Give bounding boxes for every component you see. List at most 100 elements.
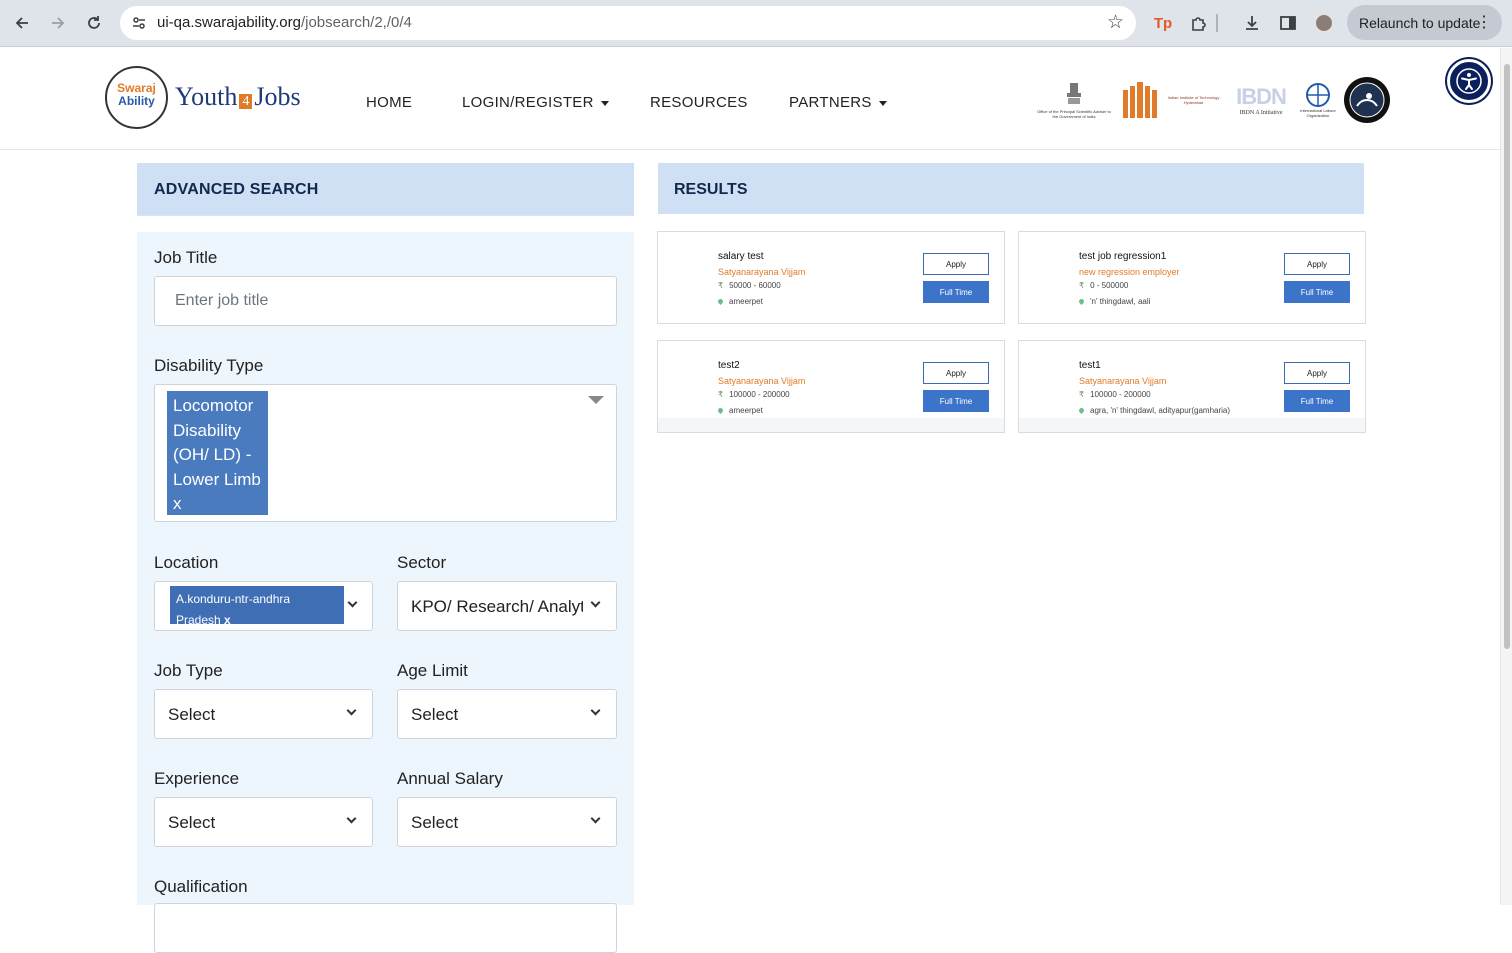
partner-ibdn-logo: IBDN IBDN A Initiative [1236, 84, 1287, 116]
experience-select[interactable]: Select [154, 797, 373, 847]
profile-avatar[interactable] [1311, 10, 1337, 36]
job-card[interactable]: salary test Satyanarayana Vijjam ₹50000 … [657, 231, 1005, 324]
salary-text: 0 - 500000 [1090, 281, 1129, 290]
forward-icon[interactable] [44, 9, 72, 37]
partner-iith-text: Indian Institute of Technology Hyderabad [1167, 95, 1220, 105]
job-card[interactable]: test2 Satyanarayana Vijjam ₹100000 - 200… [657, 340, 1005, 433]
card-footer-band [658, 418, 1004, 432]
dropdown-triangle-icon[interactable] [588, 396, 604, 404]
age-limit-value: Select [411, 705, 459, 724]
qualification-label: Qualification [154, 877, 248, 896]
chevron-down-icon [346, 813, 357, 824]
location-tag-text: A.konduru-ntr-andhra Pradesh [176, 592, 291, 624]
location-text: agra, 'n' thingdawl, adityapur(gamharia) [1090, 406, 1231, 415]
url-text: ui-qa.swarajability.org/jobsearch/2,/0/4 [157, 14, 412, 31]
job-title[interactable]: test job regression1 [1079, 251, 1166, 262]
annual-salary-label: Annual Salary [397, 769, 503, 788]
full-time-badge[interactable]: Full Time [1284, 390, 1350, 412]
nav-resources[interactable]: RESOURCES [650, 94, 748, 111]
disability-type-select[interactable]: Locomotor Disability (OH/ LD) - Lower Li… [154, 384, 617, 522]
location-text: ameerpet [729, 297, 763, 306]
job-card[interactable]: test1 Satyanarayana Vijjam ₹100000 - 200… [1018, 340, 1366, 433]
location-text: 'n' thingdawl, aali [1090, 297, 1151, 306]
rupee-icon: ₹ [1079, 281, 1085, 290]
employer-name: new regression employer [1079, 267, 1180, 277]
extensions-puzzle-icon[interactable] [1186, 10, 1212, 36]
salary-text: 50000 - 60000 [729, 281, 781, 290]
annual-salary-value: Select [411, 813, 459, 832]
location-select[interactable]: A.konduru-ntr-andhra Pradesh x [154, 581, 373, 631]
job-location: ameerpet [716, 406, 763, 415]
location-pin-icon [716, 407, 725, 415]
nav-partners[interactable]: PARTNERS [789, 94, 887, 111]
employer-name: Satyanarayana Vijjam [718, 376, 806, 386]
brand-four: 4 [239, 94, 253, 109]
age-limit-select[interactable]: Select [397, 689, 617, 739]
partner-psa-text: Office of the Principal Scientific Advis… [1037, 109, 1111, 119]
extension-tp-icon[interactable]: Tp [1150, 10, 1176, 36]
location-tag-remove[interactable]: x [224, 613, 231, 624]
panel-spacer [137, 216, 634, 232]
more-menu-icon[interactable]: ⋮ [1476, 12, 1492, 32]
accessibility-icon[interactable] [1447, 59, 1491, 103]
sector-select[interactable]: KPO/ Research/ Analytics [397, 581, 617, 631]
apply-button[interactable]: Apply [923, 253, 989, 275]
brand-right: Jobs [254, 82, 301, 111]
rupee-icon: ₹ [718, 390, 724, 399]
apply-button[interactable]: Apply [1284, 362, 1350, 384]
site-header: Swaraj Ability Youth 4 Jobs HOME LOGIN/REG… [0, 48, 1500, 150]
site-settings-icon[interactable] [128, 12, 150, 34]
location-pin-icon [1077, 407, 1086, 415]
disability-tag-remove[interactable]: x [173, 494, 182, 513]
chevron-down-icon [590, 813, 601, 824]
apply-button[interactable]: Apply [923, 362, 989, 384]
sector-value: KPO/ Research/ Analytics [411, 597, 583, 616]
job-title[interactable]: test2 [718, 360, 740, 371]
chevron-down-icon [347, 597, 358, 608]
chevron-down-icon [346, 705, 357, 716]
job-title[interactable]: salary test [718, 251, 764, 262]
location-label: Location [154, 553, 219, 572]
apply-button[interactable]: Apply [1284, 253, 1350, 275]
experience-value: Select [168, 813, 216, 832]
partner-ibdn-text: IBDN A Initiative [1239, 110, 1283, 116]
swarajability-logo[interactable]: Swaraj Ability [105, 66, 168, 129]
salary-range: ₹50000 - 60000 [718, 281, 781, 290]
job-title-input[interactable]: Enter job title [154, 276, 617, 326]
disability-tag-text: Locomotor Disability (OH/ LD) - Lower Li… [173, 396, 261, 489]
back-icon[interactable] [8, 9, 36, 37]
full-time-badge[interactable]: Full Time [923, 390, 989, 412]
job-title[interactable]: test1 [1079, 360, 1101, 371]
job-card[interactable]: test job regression1 new regression empl… [1018, 231, 1366, 324]
browser-toolbar: ui-qa.swarajability.org/jobsearch/2,/0/4… [0, 0, 1512, 47]
job-location: agra, 'n' thingdawl, adityapur(gamharia) [1077, 406, 1231, 415]
full-time-badge[interactable]: Full Time [923, 281, 989, 303]
download-icon[interactable] [1239, 10, 1265, 36]
bookmark-star-icon[interactable]: ☆ [1107, 11, 1124, 34]
relaunch-button[interactable]: Relaunch to update ⋮ [1347, 5, 1502, 40]
annual-salary-select[interactable]: Select [397, 797, 617, 847]
address-bar[interactable]: ui-qa.swarajability.org/jobsearch/2,/0/4… [120, 6, 1136, 40]
chevron-down-icon [590, 705, 601, 716]
location-text: ameerpet [729, 406, 763, 415]
job-location: 'n' thingdawl, aali [1077, 297, 1151, 306]
results-header: RESULTS [658, 163, 1364, 214]
toolbar-divider [1216, 14, 1218, 32]
age-limit-label: Age Limit [397, 661, 468, 680]
partner-seal-logo [1343, 76, 1391, 124]
full-time-badge[interactable]: Full Time [1284, 281, 1350, 303]
nav-login-register[interactable]: LOGIN/REGISTER [462, 94, 609, 111]
job-type-select[interactable]: Select [154, 689, 373, 739]
nav-partners-label: PARTNERS [789, 94, 872, 111]
caret-down-icon [878, 100, 887, 106]
reload-icon[interactable] [80, 9, 108, 37]
job-location: ameerpet [716, 297, 763, 306]
youth4jobs-logo[interactable]: Youth 4 Jobs [175, 82, 301, 112]
sector-label: Sector [397, 553, 447, 572]
job-title-label: Job Title [154, 248, 218, 267]
nav-home[interactable]: HOME [366, 94, 412, 111]
scrollbar-thumb[interactable] [1504, 64, 1510, 649]
side-panel-icon[interactable] [1275, 10, 1301, 36]
qualification-select[interactable] [154, 903, 617, 953]
page-scrollbar[interactable] [1500, 48, 1512, 905]
